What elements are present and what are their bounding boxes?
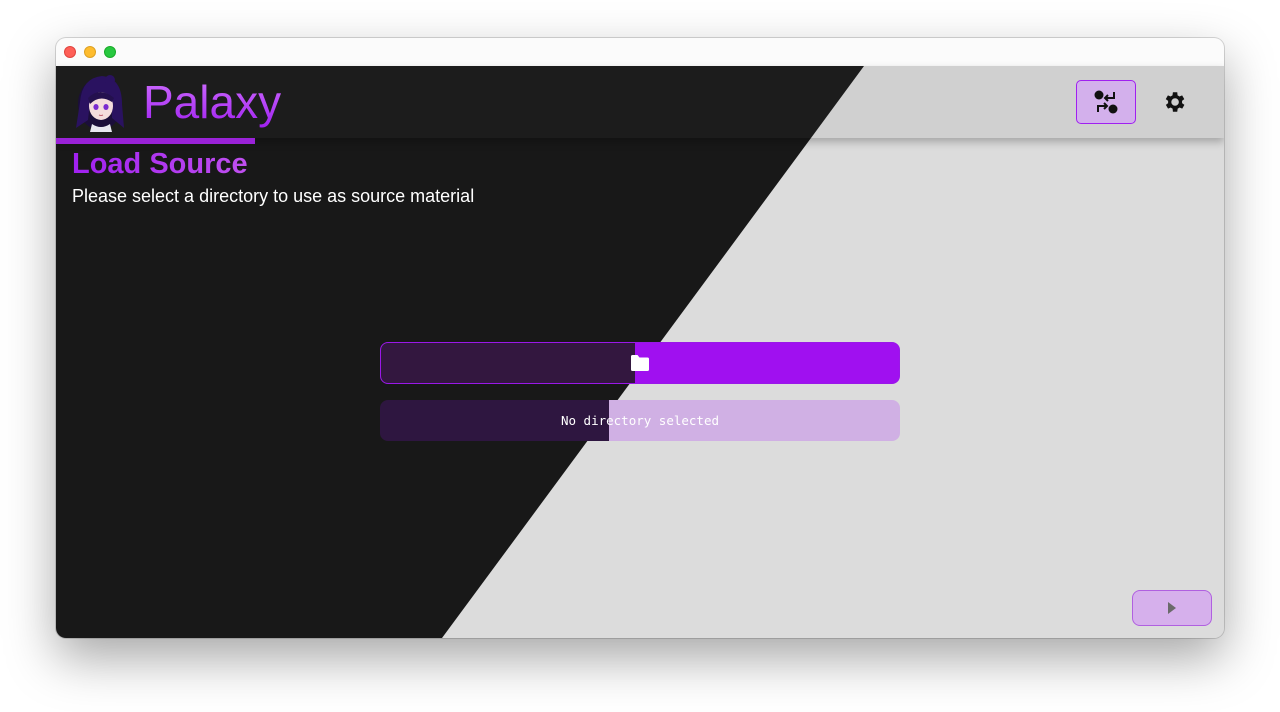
close-window-button[interactable]	[64, 46, 76, 58]
app-content: Palaxy Load Source Please select a direc…	[56, 66, 1224, 638]
step-progress-bar	[56, 138, 255, 144]
minimize-window-button[interactable]	[84, 46, 96, 58]
directory-status-text: No directory selected	[560, 413, 720, 428]
select-directory-button[interactable]	[380, 342, 900, 384]
directory-status-box: No directory selected	[380, 400, 900, 441]
app-window: Palaxy Load Source Please select a direc…	[56, 38, 1224, 638]
avatar-logo	[76, 75, 124, 132]
gear-icon	[1165, 92, 1185, 112]
theme-toggle-button[interactable]	[1076, 80, 1136, 124]
page-title: Load Source	[72, 148, 248, 180]
play-icon	[1168, 602, 1176, 614]
folder-icon	[631, 355, 649, 371]
next-button[interactable]	[1132, 590, 1212, 626]
app-name: Palaxy	[143, 76, 282, 128]
zoom-window-button[interactable]	[104, 46, 116, 58]
settings-button[interactable]	[1154, 84, 1194, 120]
title-bar	[56, 38, 1224, 67]
swap-icon	[1094, 90, 1118, 114]
page-subtitle: Please select a directory to use as sour…	[72, 186, 475, 206]
